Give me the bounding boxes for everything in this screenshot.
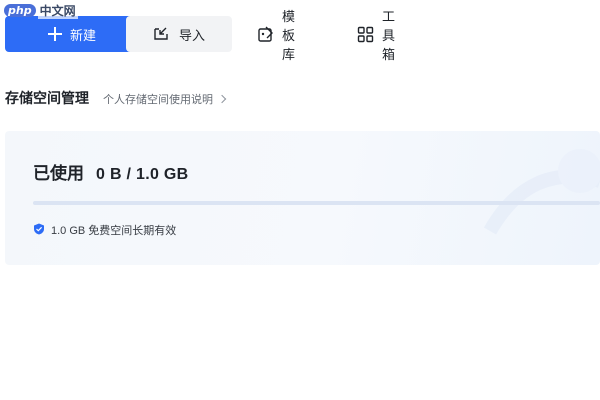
free-space-note-text: 1.0 GB 免费空间长期有效 bbox=[51, 225, 177, 237]
usage-summary: 已使用 0 B / 1.0 GB bbox=[33, 159, 189, 184]
page-title: 存储空间管理 bbox=[5, 90, 89, 106]
new-button[interactable]: 新建 bbox=[5, 16, 139, 52]
plus-icon bbox=[47, 27, 62, 41]
import-icon bbox=[153, 26, 169, 42]
storage-usage-card: 已使用 0 B / 1.0 GB 1.0 GB 免费空间长期有效 bbox=[5, 131, 600, 265]
storage-help-link[interactable]: 个人存储空间使用说明 bbox=[103, 91, 227, 107]
import-button-label: 导入 bbox=[178, 27, 205, 43]
section-header: 存储空间管理 个人存储空间使用说明 bbox=[5, 88, 227, 108]
chevron-right-icon bbox=[217, 94, 227, 104]
free-space-note: 1.0 GB 免费空间长期有效 bbox=[33, 222, 176, 238]
new-button-label: 新建 bbox=[69, 27, 96, 43]
watermark: php 中文网 bbox=[4, 2, 78, 19]
toolbox-icon bbox=[357, 26, 374, 43]
usage-value: 0 B / 1.0 GB bbox=[96, 166, 189, 183]
template-library-button[interactable]: 模板库 bbox=[257, 9, 295, 62]
usage-progress-bar bbox=[33, 201, 600, 205]
import-button[interactable]: 导入 bbox=[126, 16, 232, 52]
template-icon bbox=[257, 26, 274, 43]
used-label: 已使用 bbox=[33, 164, 84, 183]
storage-help-link-label: 个人存储空间使用说明 bbox=[103, 94, 213, 106]
watermark-logo: php bbox=[4, 4, 36, 17]
storage-settings-page: php 中文网 新建 导入 模板库 工具箱 存储空间管理 个人存储空间使用说明 … bbox=[0, 0, 600, 400]
toolbox-label: 工具箱 bbox=[382, 8, 396, 62]
toolbox-button[interactable]: 工具箱 bbox=[357, 9, 395, 62]
shield-check-icon bbox=[33, 223, 45, 238]
watermark-text: 中文网 bbox=[37, 2, 78, 19]
card-decoration bbox=[483, 149, 600, 235]
template-library-label: 模板库 bbox=[282, 8, 296, 62]
